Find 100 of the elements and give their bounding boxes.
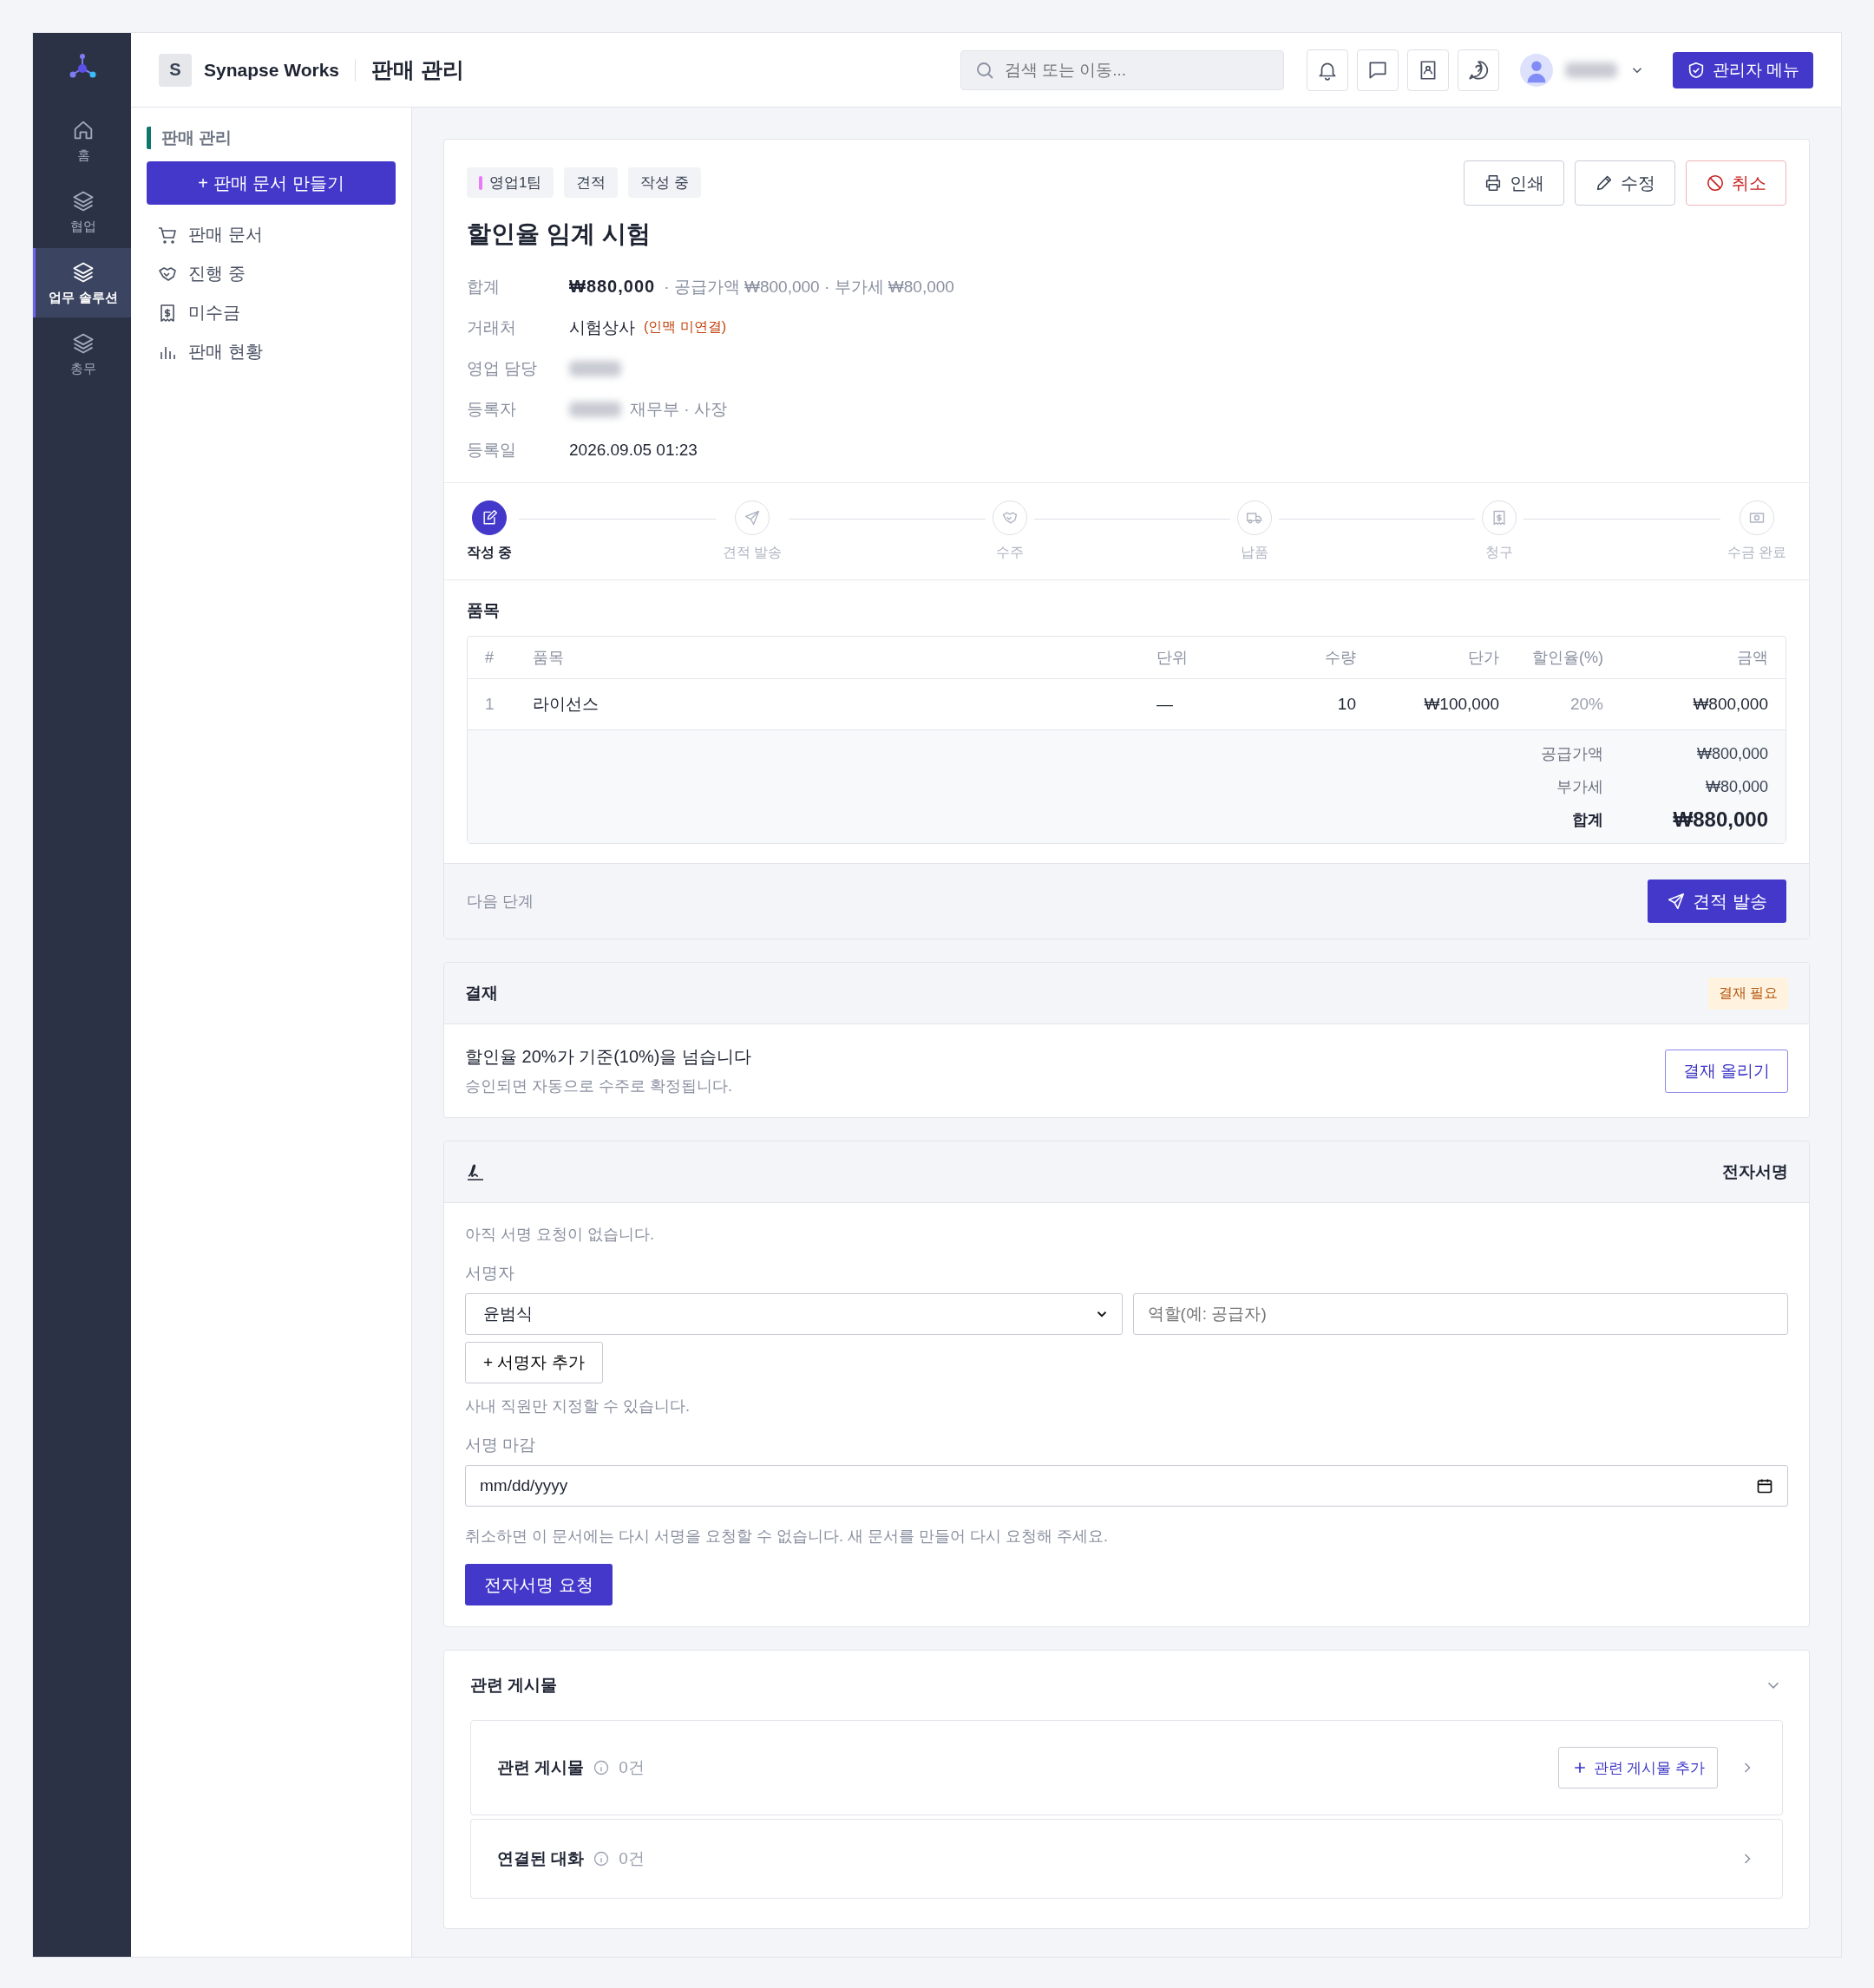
send-quote-button[interactable]: 견적 발송 (1648, 880, 1786, 923)
column-header: 단위 (1157, 648, 1189, 668)
section-title: 결재 (465, 983, 498, 1004)
edit-button[interactable]: 수정 (1575, 160, 1675, 206)
related-row[interactable]: 연결된 대화 0건 (470, 1819, 1783, 1899)
progress-step: 견적 발송 (722, 500, 783, 562)
create-document-button[interactable]: + 판매 문서 만들기 (147, 161, 396, 205)
table-cell-text: ₩100,000 (1423, 695, 1499, 714)
total-label: 부가세 (1556, 777, 1603, 797)
avatar-icon[interactable] (1519, 53, 1553, 87)
progress-step: 수금 완료 (1727, 500, 1786, 562)
admin-menu-button[interactable]: 관리자 메뉴 (1672, 51, 1813, 88)
contacts-button[interactable] (1406, 49, 1449, 91)
tag: 견적 (564, 167, 619, 198)
document-title: 할인율 임계 시험 (467, 219, 652, 249)
field-value: 2026.09.05 01:23 (569, 440, 698, 460)
count-text: 0건 (619, 1757, 645, 1778)
calendar-icon (1756, 1477, 1773, 1494)
row-title: 관련 게시물 (497, 1757, 585, 1778)
tag: 영업1팀 (467, 167, 554, 198)
field-detail: 재무부 · 사장 (630, 398, 727, 420)
empty-message: 아직 서명 요청이 없습니다. (465, 1225, 655, 1245)
deadline-field[interactable]: mm/dd/yyyy (465, 1465, 1788, 1507)
total-value: ₩80,000 (1704, 777, 1768, 796)
related-row[interactable]: 관련 게시물 0건 관련 게시물 추가 (470, 1720, 1783, 1815)
help-button[interactable] (1457, 49, 1499, 91)
column-header: 품목 (533, 648, 565, 668)
progress-step: 작성 중 (467, 500, 513, 562)
send-icon (1667, 892, 1687, 911)
field-label: 영업 담당 (467, 357, 539, 379)
approval-message: 할인율 20%가 기준(10%)을 넘습니다 (465, 1046, 752, 1068)
tag: 작성 중 (628, 167, 702, 198)
status-badge: 결재 필요 (1707, 977, 1788, 1010)
total-label: 공급가액 (1541, 744, 1603, 764)
section-title: 관련 게시물 (470, 1675, 558, 1696)
send-icon (744, 509, 761, 526)
field-label: 등록자 (467, 398, 517, 420)
table-cell-text: — (1157, 695, 1174, 714)
brand-name: Synapse Works (204, 59, 339, 81)
submit-approval-button[interactable]: 결재 올리기 (1664, 1049, 1788, 1093)
field-value: 시험상사 (569, 317, 635, 338)
role-field[interactable]: 역할(예: 공급자) (1132, 1293, 1788, 1335)
total-amount: ₩880,000 (569, 277, 656, 297)
request-signature-button[interactable]: 전자서명 요청 (465, 1564, 613, 1605)
table-cell-text: 20% (1569, 695, 1603, 714)
table-cell-text: 10 (1336, 695, 1356, 714)
total-label: 합계 (1572, 810, 1603, 830)
column-header: 단가 (1467, 648, 1499, 668)
table-cell-text: ₩800,000 (1692, 695, 1768, 714)
field-detail: · 공급가액 ₩800,000 · 부가세 ₩80,000 (664, 276, 954, 298)
rail-item[interactable]: 업무 솔루션 (33, 248, 131, 317)
notifications-button[interactable] (1306, 49, 1348, 91)
info-icon (593, 1850, 611, 1867)
column-header: # (485, 648, 495, 667)
add-signer-button[interactable]: + 서명자 추가 (465, 1342, 603, 1383)
warning-text: 취소하면 이 문서에는 다시 서명을 요청할 수 없습니다. 새 문서를 만들어 다시 요청해 주세요. (465, 1527, 1109, 1547)
brand-initial: S (159, 53, 192, 87)
field-label: 거래처 (467, 317, 517, 338)
field-label: 합계 (467, 276, 501, 298)
approval-hint: 승인되면 자동으로 수주로 확정됩니다. (465, 1076, 733, 1096)
section-title: 품목 (467, 600, 501, 621)
table-cell-text: 1 (485, 695, 495, 714)
field-label: 서명 마감 (465, 1435, 537, 1455)
page-title: 판매 관리 (371, 56, 464, 83)
edit-icon (481, 509, 499, 526)
print-button[interactable]: 인쇄 (1464, 160, 1564, 206)
count-text: 0건 (619, 1848, 645, 1869)
add-related-button[interactable]: 관련 게시물 추가 (1557, 1747, 1718, 1789)
sidebar-section-title: 판매 관리 (147, 127, 396, 149)
info-icon (593, 1759, 611, 1776)
sidebar-item[interactable]: 판매 문서 (147, 215, 396, 254)
field-label: 서명자 (465, 1263, 515, 1284)
rail-item[interactable]: 홈 (33, 106, 131, 175)
cancel-button[interactable]: 취소 (1686, 160, 1786, 206)
field-label: 등록일 (467, 439, 517, 461)
link-status: (인맥 미연결) (644, 318, 727, 336)
total-value: ₩880,000 (1672, 808, 1768, 832)
sidebar-item[interactable]: 미수금 (147, 293, 396, 332)
column-header: 금액 (1736, 648, 1768, 668)
redacted-name (569, 360, 621, 376)
search-field[interactable]: 검색 또는 이동... (960, 49, 1284, 90)
section-title: 전자서명 (1722, 1161, 1788, 1182)
table-cell-text: 라이선스 (533, 694, 600, 715)
redacted-name (1564, 62, 1617, 78)
total-value: ₩800,000 (1695, 744, 1768, 763)
pencil-icon (1595, 173, 1614, 193)
messages-button[interactable] (1356, 49, 1399, 91)
hint-text: 사내 직원만 지정할 수 있습니다. (465, 1396, 691, 1416)
rail-item[interactable]: 총무 (33, 319, 131, 389)
prohibited-icon (1706, 173, 1725, 193)
column-header: 할인율(%) (1531, 648, 1603, 668)
redacted-name (569, 401, 621, 417)
next-step-label: 다음 단계 (467, 892, 534, 912)
sidebar-item[interactable]: 진행 중 (147, 254, 396, 293)
column-header: 수량 (1324, 648, 1356, 668)
signer-select[interactable]: 윤범식 (465, 1293, 1123, 1335)
rail-item[interactable]: 협업 (33, 177, 131, 246)
row-title: 연결된 대화 (497, 1848, 585, 1869)
sidebar-item[interactable]: 판매 현황 (147, 332, 396, 371)
printer-icon (1484, 173, 1503, 193)
